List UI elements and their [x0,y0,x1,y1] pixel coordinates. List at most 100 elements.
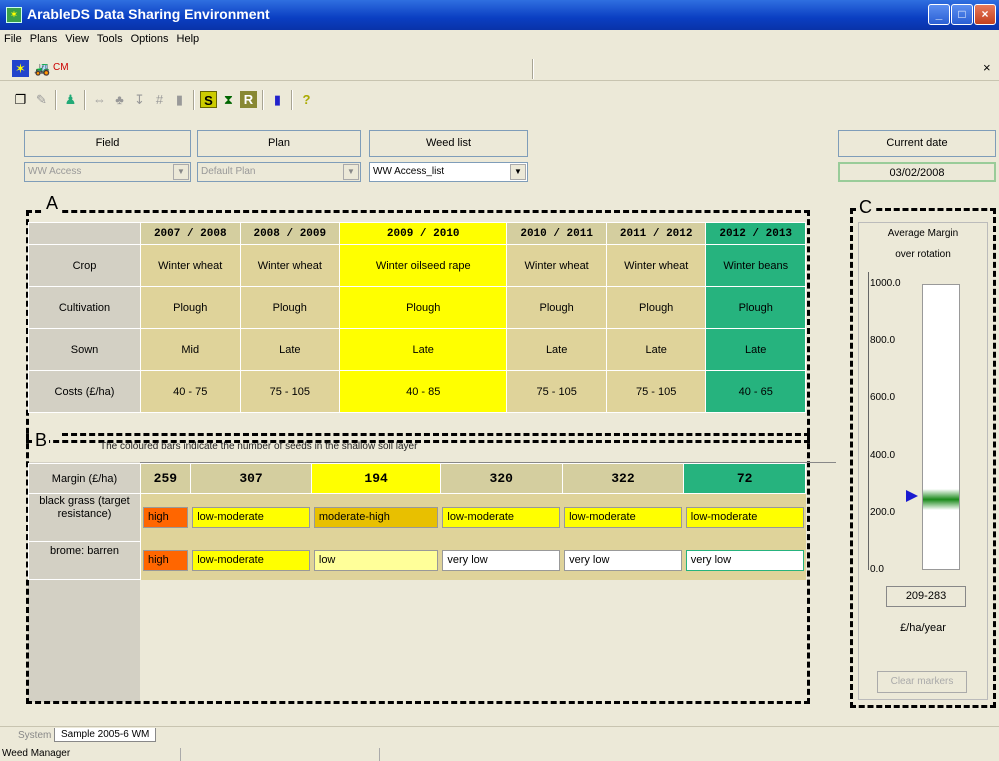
tab-system[interactable]: System [18,730,51,741]
main-toolbar: ❐ ✎ ♟ ⇔ ♣ ↧ # ▮ S ⧗ R ▮ ? [0,84,999,116]
cultivation-cell[interactable]: Plough [339,286,508,329]
cultivation-cell[interactable]: Plough [239,286,341,329]
year-header: 2008 / 2009 [239,222,341,245]
close-window-button[interactable]: × [974,4,996,25]
cultivation-cell[interactable]: Plough [705,286,806,329]
year-header: 2011 / 2012 [605,222,707,245]
sown-cell[interactable]: Mid [140,328,241,371]
edit-icon[interactable]: ✎ [33,91,50,108]
clear-markers-button[interactable]: Clear markers [877,671,967,693]
status-panel [180,748,380,761]
menu-view[interactable]: View [61,30,93,48]
crop-cell[interactable]: Winter wheat [140,244,241,287]
page-icon[interactable]: ▮ [171,91,188,108]
gauge-tick-label: 400.0 [870,449,896,461]
weed-label-brome: brome: barren [28,541,141,580]
seed-bar: low-moderate [685,507,804,529]
seed-bar: low-moderate [192,550,310,571]
section-c-label: C [857,197,874,218]
sown-cell[interactable]: Late [239,328,341,371]
margin-cell: 194 [311,463,441,494]
crop-cell[interactable]: Winter beans [705,244,806,287]
close-panel-icon[interactable]: × [983,60,991,75]
crop-cell[interactable]: Winter wheat [506,244,607,287]
app-icon: ✶ [6,7,22,23]
plan-combo[interactable]: Default Plan ▼ [197,162,361,182]
module-toolbar: ✶ 🚜 CM × [0,57,999,81]
chevron-down-icon[interactable]: ▼ [173,164,189,180]
seed-bar: very low [442,550,561,571]
chevron-down-icon[interactable]: ▼ [510,164,526,180]
crop-cell[interactable]: Winter wheat [239,244,341,287]
sown-cell[interactable]: Late [605,328,707,371]
menu-tools[interactable]: Tools [93,30,127,48]
sown-cell[interactable]: Late [705,328,806,371]
seed-bar: low [313,550,439,571]
cultivation-cell[interactable]: Plough [506,286,607,329]
margin-label: Margin (£/ha) [28,463,141,494]
r-icon[interactable]: R [240,91,257,108]
current-date-value: 03/02/2008 [838,162,996,182]
margin-cell: 320 [439,463,563,494]
status-text: Weed Manager [2,748,71,759]
seed-bar: very low [685,550,804,571]
rotation-table: 2007 / 2008 2008 / 2009 2009 / 2010 2010… [28,222,806,413]
year-header: 2012 / 2013 [705,222,806,245]
section-a-label: A [44,193,61,214]
row-label-costs: Costs (£/ha) [28,370,141,413]
plan-label: Plan [197,130,361,157]
seed-bar-note: The coloured bars indicate the number of… [100,441,418,452]
window-title: ArableDS Data Sharing Environment [27,6,270,22]
menu-help[interactable]: Help [173,30,204,48]
weed-list-combo[interactable]: WW Access_list ▼ [369,162,528,182]
copy-icon[interactable]: ❐ [12,91,29,108]
chevron-down-icon[interactable]: ▼ [343,164,359,180]
menu-bar: File Plans View Tools Options Help [0,30,999,50]
help-icon[interactable]: ? [298,91,315,108]
menu-options[interactable]: Options [127,30,173,48]
seed-bar: low-moderate [192,507,310,529]
people-icon[interactable]: ♟ [62,91,79,108]
range-readout: 209-283 [886,586,966,607]
tab-sample[interactable]: Sample 2005-6 WM [54,728,157,742]
gauge-tick-label: 200.0 [870,506,896,518]
tractor-icon[interactable]: 🚜 [34,60,51,77]
crop-cell[interactable]: Winter oilseed rape [339,244,508,287]
cultivation-cell[interactable]: Plough [140,286,241,329]
costs-cell: 75 - 105 [605,370,707,413]
plan-value: Default Plan [201,166,256,177]
gauge-tick-label: 600.0 [870,392,896,404]
field-label: Field [24,130,191,157]
sown-cell[interactable]: Late [339,328,508,371]
weed-label-blackgrass: black grass (target resistance) [28,493,141,542]
weed-list-label: Weed list [369,130,528,157]
marker-arrow-icon [906,489,918,502]
gauge-area: 1000.0 800.0 600.0 400.0 200.0 0.0 [866,270,962,575]
seed-bar: very low [564,550,682,571]
field-value: WW Access [28,166,82,177]
tree-icon[interactable]: ♣ [111,91,128,108]
s-icon[interactable]: S [200,91,217,108]
maximize-button[interactable]: □ [951,4,973,25]
year-header: 2007 / 2008 [140,222,241,245]
hourglass-icon[interactable]: ⧗ [220,91,237,108]
menu-file[interactable]: File [0,30,26,48]
seed-bar: high [143,507,189,529]
down-arrow-icon[interactable]: ↧ [131,91,148,108]
sun-icon[interactable]: ✶ [12,60,29,77]
menu-plans[interactable]: Plans [26,30,62,48]
crop-cell[interactable]: Winter wheat [605,244,707,287]
tab-bar: System Sample 2005-6 WM [0,726,999,748]
minimize-button[interactable]: _ [928,4,950,25]
corner-cell [28,222,141,245]
gauge-title-1: Average Margin [887,228,959,239]
cultivation-cell[interactable]: Plough [605,286,707,329]
sown-cell[interactable]: Late [506,328,607,371]
book-icon[interactable]: ▮ [269,91,286,108]
cm-label[interactable]: CM [53,62,69,73]
seed-bar: low-moderate [442,507,561,529]
field-combo[interactable]: WW Access ▼ [24,162,191,182]
grid-icon[interactable]: # [151,91,168,108]
arrows-icon[interactable]: ⇔ [91,91,108,108]
margin-table: Margin (£/ha) 259 307 194 320 322 72 bla… [28,463,806,580]
